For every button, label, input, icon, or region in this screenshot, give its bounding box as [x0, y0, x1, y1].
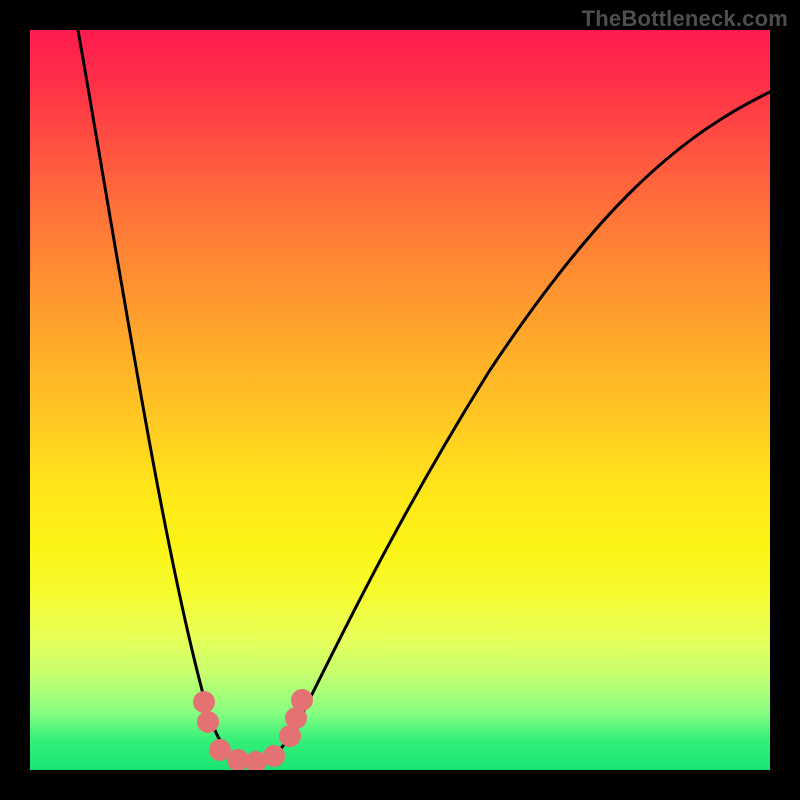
chart-frame: TheBottleneck.com	[0, 0, 800, 800]
marker-layer	[30, 30, 770, 770]
watermark: TheBottleneck.com	[582, 6, 788, 32]
markers	[193, 689, 313, 770]
